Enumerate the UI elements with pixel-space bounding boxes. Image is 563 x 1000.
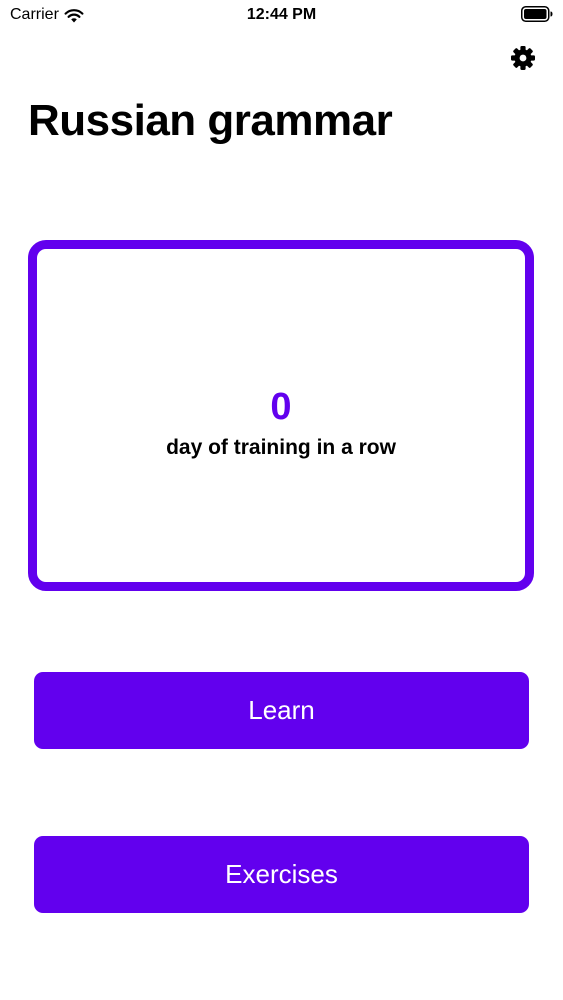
- gear-icon: [511, 46, 535, 70]
- status-bar: Carrier 12:44 PM: [0, 0, 563, 30]
- exercises-button[interactable]: Exercises: [34, 836, 529, 913]
- battery-icon: [521, 6, 553, 22]
- learn-button[interactable]: Learn: [34, 672, 529, 749]
- page-title: Russian grammar: [28, 96, 393, 145]
- streak-card: 0 day of training in a row: [28, 240, 534, 591]
- settings-button[interactable]: [509, 44, 537, 72]
- status-time: 12:44 PM: [246, 6, 317, 23]
- streak-count: 0: [270, 386, 292, 428]
- streak-label: day of training in a row: [166, 436, 396, 459]
